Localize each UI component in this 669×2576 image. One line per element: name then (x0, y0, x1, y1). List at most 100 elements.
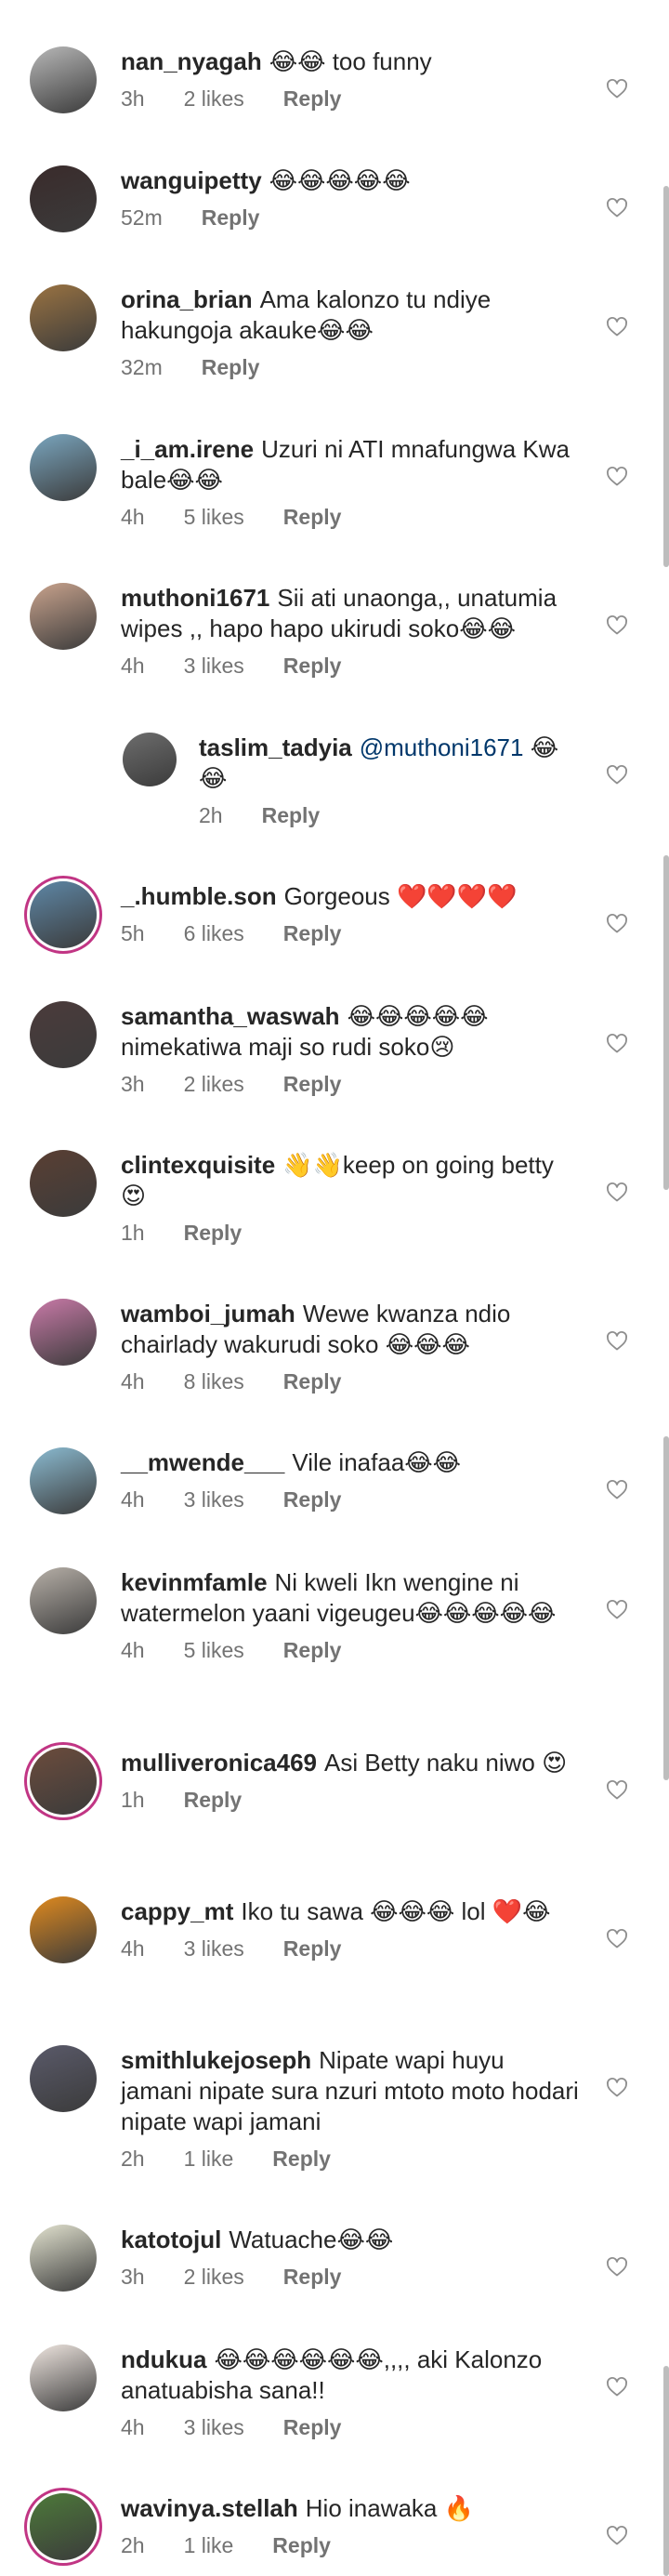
username[interactable]: katotojul (121, 2226, 221, 2253)
like-heart-icon[interactable] (606, 764, 628, 786)
like-heart-icon[interactable] (606, 316, 628, 338)
username[interactable]: wamboi_jumah (121, 1300, 295, 1328)
avatar[interactable] (30, 881, 97, 948)
username[interactable]: smithlukejoseph (121, 2046, 311, 2074)
like-heart-icon[interactable] (606, 466, 628, 488)
reply-button[interactable]: Reply (283, 1072, 342, 1096)
likes-count[interactable]: 3 likes (184, 654, 244, 678)
avatar[interactable] (30, 1150, 97, 1217)
avatar[interactable] (30, 2225, 97, 2292)
like-heart-icon[interactable] (606, 78, 628, 100)
like-heart-icon[interactable] (606, 1599, 628, 1621)
avatar[interactable] (30, 1896, 97, 1963)
reply-button[interactable]: Reply (283, 1936, 342, 1961)
avatar[interactable] (30, 1567, 97, 1634)
likes-count[interactable]: 1 like (184, 2147, 234, 2171)
likes-count[interactable]: 3 likes (184, 2415, 244, 2439)
likes-count[interactable]: 3 likes (184, 1936, 244, 1961)
username[interactable]: samantha_waswah (121, 1002, 340, 1030)
comment-meta: 3h 2 likes Reply (121, 86, 581, 112)
like-heart-icon[interactable] (606, 2077, 628, 2099)
reply-button[interactable]: Reply (262, 803, 321, 827)
reply-button[interactable]: Reply (202, 355, 260, 379)
mention-link[interactable]: @muthoni1671 (360, 733, 524, 761)
likes-count[interactable]: 1 like (184, 2533, 234, 2557)
avatar[interactable] (30, 165, 97, 232)
comment-meta: 3h 2 likes Reply (121, 2265, 581, 2290)
avatar[interactable] (30, 1299, 97, 1366)
avatar[interactable] (30, 2045, 97, 2112)
like-heart-icon[interactable] (606, 1779, 628, 1802)
reply-button[interactable]: Reply (283, 86, 342, 111)
comment-body: _.humble.son Gorgeous ❤️❤️❤️❤️ 5h 6 likes Re… (121, 881, 581, 946)
scrollbar[interactable] (663, 2366, 669, 2576)
like-heart-icon[interactable] (606, 1182, 628, 1204)
username[interactable]: nan_nyagah (121, 47, 262, 75)
username[interactable]: cappy_mt (121, 1897, 233, 1925)
reply-button[interactable]: Reply (184, 1221, 243, 1245)
comment-meta: 4h 5 likes Reply (121, 505, 581, 530)
like-heart-icon[interactable] (606, 2376, 628, 2398)
reply-button[interactable]: Reply (283, 2415, 342, 2439)
likes-count[interactable]: 5 likes (184, 1638, 244, 1662)
avatar[interactable] (30, 434, 97, 501)
avatar[interactable] (30, 1748, 97, 1815)
likes-count[interactable]: 2 likes (184, 86, 244, 111)
reply-button[interactable]: Reply (272, 2533, 331, 2557)
username[interactable]: kevinmfamle (121, 1568, 268, 1596)
avatar[interactable] (30, 1447, 97, 1514)
scrollbar[interactable] (663, 855, 669, 1190)
username[interactable]: orina_brian (121, 285, 253, 313)
username[interactable]: ndukua (121, 2345, 206, 2373)
comment-time: 3h (121, 86, 145, 111)
likes-count[interactable]: 8 likes (184, 1369, 244, 1394)
like-heart-icon[interactable] (606, 614, 628, 637)
comment-body: samantha_waswah 😂😂😂😂😂 nimekatiwa maji so … (121, 1001, 581, 1097)
avatar[interactable] (123, 733, 177, 786)
username[interactable]: wavinya.stellah (121, 2494, 298, 2522)
scrollbar[interactable] (663, 1436, 669, 1780)
reply-button[interactable]: Reply (283, 1638, 342, 1662)
username[interactable]: wanguipetty (121, 166, 262, 194)
reply-button[interactable]: Reply (283, 654, 342, 678)
like-heart-icon[interactable] (606, 2256, 628, 2279)
username[interactable]: _i_am.irene (121, 435, 254, 463)
comment-time: 32m (121, 355, 163, 379)
comment-text: ndukua 😂😂😂😂😂😂,,,, aki Kalonzo anatuabisha… (121, 2345, 581, 2406)
comment-body: katotojul Watuache😂😂 3h 2 likes Reply (121, 2225, 581, 2290)
reply-button[interactable]: Reply (283, 1487, 342, 1512)
likes-count[interactable]: 5 likes (184, 505, 244, 529)
reply-button[interactable]: Reply (283, 1369, 342, 1394)
like-heart-icon[interactable] (606, 1928, 628, 1950)
scrollbar[interactable] (663, 186, 669, 567)
reply-button[interactable]: Reply (184, 1788, 243, 1812)
avatar[interactable] (30, 2345, 97, 2411)
username[interactable]: __mwende___ (121, 1448, 284, 1476)
like-heart-icon[interactable] (606, 2525, 628, 2547)
likes-count[interactable]: 2 likes (184, 2265, 244, 2289)
avatar[interactable] (30, 1001, 97, 1068)
username[interactable]: _.humble.son (121, 882, 277, 910)
username[interactable]: muthoni1671 (121, 584, 269, 612)
avatar[interactable] (30, 583, 97, 650)
likes-count[interactable]: 2 likes (184, 1072, 244, 1096)
avatar[interactable] (30, 46, 97, 113)
likes-count[interactable]: 6 likes (184, 921, 244, 945)
like-heart-icon[interactable] (606, 197, 628, 219)
reply-button[interactable]: Reply (283, 2265, 342, 2289)
like-heart-icon[interactable] (606, 913, 628, 935)
username[interactable]: taslim_tadyia (199, 733, 352, 761)
comment-text: mulliveronica469 Asi Betty naku niwo 😍 (121, 1748, 581, 1778)
reply-button[interactable]: Reply (283, 505, 342, 529)
avatar[interactable] (30, 284, 97, 351)
likes-count[interactable]: 3 likes (184, 1487, 244, 1512)
like-heart-icon[interactable] (606, 1330, 628, 1353)
avatar[interactable] (30, 2493, 97, 2560)
like-heart-icon[interactable] (606, 1033, 628, 1055)
username[interactable]: mulliveronica469 (121, 1749, 317, 1777)
username[interactable]: clintexquisite (121, 1151, 275, 1179)
reply-button[interactable]: Reply (272, 2147, 331, 2171)
reply-button[interactable]: Reply (283, 921, 342, 945)
reply-button[interactable]: Reply (202, 205, 260, 230)
like-heart-icon[interactable] (606, 1479, 628, 1501)
